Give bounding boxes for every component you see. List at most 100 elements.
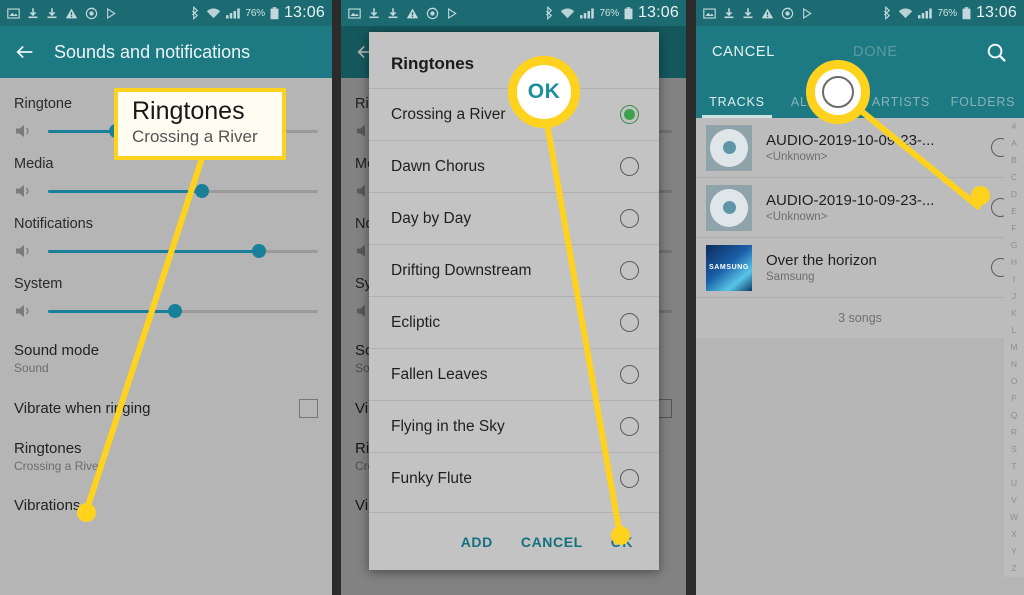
list-item[interactable]: Dawn Chorus [369,140,659,192]
download-icon [368,7,380,20]
list-item[interactable]: Ecliptic [369,296,659,348]
battery-percent: 76% [245,7,266,19]
alpha-index-letter[interactable]: A [1011,135,1017,152]
wifi-icon [898,7,913,20]
alphabet-index[interactable]: # A B C D E F G H I J K L M N O P Q R S T U V W X Y Z [1004,118,1024,577]
track-text: AUDIO-2019-10-09-23-... <Unknown> [766,132,977,163]
alpha-index-letter[interactable]: T [1011,458,1016,475]
alpha-index-letter[interactable]: V [1011,492,1017,509]
speaker-icon [14,242,34,260]
alpha-index-letter[interactable]: H [1011,254,1017,271]
setting-title: Vibrate when ringing [14,400,151,417]
tab-artists[interactable]: ARTISTS [860,95,942,118]
alpha-index-letter[interactable]: W [1010,509,1018,526]
battery-percent: 76% [599,7,620,19]
alpha-index-letter[interactable]: Z [1011,560,1016,577]
table-row[interactable]: SAMSUNG Over the horizon Samsung [696,238,1024,298]
alpha-index-letter[interactable]: L [1012,322,1017,339]
slider-group-system: System [14,276,318,328]
setting-title: Ringtones [14,440,82,457]
radio-button[interactable] [620,417,639,436]
alpha-index-letter[interactable]: C [1011,169,1017,186]
slider-notifications[interactable] [14,234,318,268]
battery-percent: 76% [937,7,958,19]
list-item[interactable]: Day by Day [369,192,659,244]
alpha-index-letter[interactable]: X [1011,526,1017,543]
alpha-index-letter[interactable]: P [1011,390,1017,407]
alpha-index-letter[interactable]: F [1011,220,1016,237]
speaker-icon [14,302,34,320]
slider-system[interactable] [14,294,318,328]
slider-group-notifications: Notifications [14,216,318,268]
alpha-index-letter[interactable]: K [1011,305,1017,322]
slider-media[interactable] [14,174,318,208]
radio-button[interactable] [620,469,639,488]
slider-track[interactable] [48,304,318,318]
alpha-index-letter[interactable]: U [1011,475,1017,492]
ringtone-name: Crossing a River [391,105,506,123]
setting-vibrations[interactable]: Vibrations [14,475,318,516]
status-bar-2: 76% 13:06 [341,0,686,26]
search-icon[interactable] [985,41,1008,64]
ringtone-name: Dawn Chorus [391,157,485,175]
vibrate-checkbox[interactable] [299,399,318,418]
panel-divider [686,0,696,595]
done-button[interactable]: DONE [853,44,898,60]
slider-track[interactable] [48,244,318,258]
table-row[interactable]: AUDIO-2019-10-09-23-... <Unknown> [696,118,1024,178]
radio-button[interactable] [620,365,639,384]
alpha-index-letter[interactable]: M [1010,339,1017,356]
callout-anchor-dot [611,526,630,545]
status-bar-left-icons [348,7,458,20]
ringtone-option-list: Crossing a River Dawn Chorus Day by Day … [369,88,659,512]
radio-button[interactable] [620,313,639,332]
alpha-index-letter[interactable]: # [1012,118,1017,135]
add-button[interactable]: ADD [461,534,493,550]
alpha-index-letter[interactable]: D [1011,186,1017,203]
battery-icon [962,6,971,20]
setting-vibrate-when-ringing[interactable]: Vibrate when ringing [14,377,318,426]
radio-button[interactable] [620,209,639,228]
radio-button[interactable] [620,157,639,176]
speaker-icon [14,182,34,200]
status-bar-3: 76% 13:06 [696,0,1024,26]
tab-folders[interactable]: FOLDERS [942,95,1024,118]
list-item[interactable]: Funky Flute [369,452,659,504]
alpha-index-letter[interactable]: O [1011,373,1018,390]
alpha-index-letter[interactable]: Q [1011,407,1018,424]
alpha-index-letter[interactable]: N [1011,356,1017,373]
alpha-index-letter[interactable]: B [1011,152,1017,169]
list-item[interactable]: Flying in the Sky [369,400,659,452]
list-item[interactable]: Drifting Downstream [369,244,659,296]
download-icon [723,7,735,20]
status-bar-left-icons [703,7,813,20]
list-item[interactable]: Fallen Leaves [369,348,659,400]
slider-track[interactable] [48,184,318,198]
alpha-index-letter[interactable]: I [1013,271,1015,288]
setting-ringtones[interactable]: Ringtones Crossing a River [14,426,318,475]
radio-button[interactable] [620,105,639,124]
alpha-index-letter[interactable]: R [1011,424,1017,441]
page-title: Sounds and notifications [54,41,251,62]
album-art-samsung: SAMSUNG [706,244,752,291]
status-bar-right: 76% 13:06 [190,4,325,22]
radio-button[interactable] [620,261,639,280]
cancel-button[interactable]: CANCEL [712,44,775,60]
alpha-index-letter[interactable]: J [1012,288,1016,305]
download-icon [27,7,39,20]
callout-subtitle: Crossing a River [132,126,258,146]
warning-icon [65,7,78,20]
wifi-icon [206,7,221,20]
alpha-index-letter[interactable]: S [1011,441,1017,458]
battery-icon [270,6,279,20]
songs-count: 3 songs [696,298,1024,338]
bluetooth-icon [882,6,893,20]
alpha-index-letter[interactable]: Y [1011,543,1017,560]
setting-sound-mode[interactable]: Sound mode Sound [14,328,318,377]
alpha-index-letter[interactable]: G [1011,237,1018,254]
cancel-button[interactable]: CANCEL [521,534,583,550]
tab-tracks[interactable]: TRACKS [696,95,778,118]
ringtone-name: Funky Flute [391,469,472,487]
back-arrow-icon[interactable] [14,41,36,63]
alpha-index-letter[interactable]: E [1011,203,1017,220]
